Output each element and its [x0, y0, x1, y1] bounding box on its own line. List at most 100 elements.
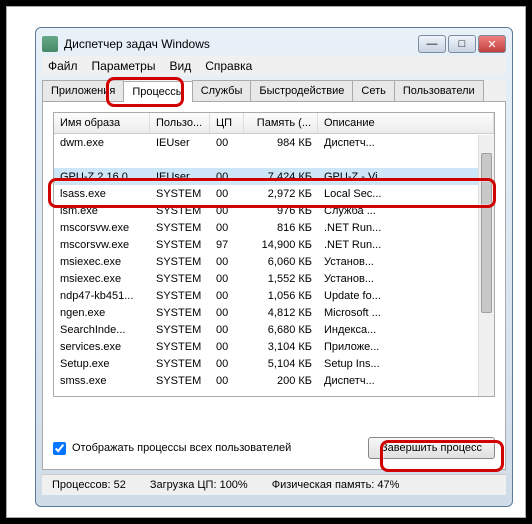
cell: 00 [210, 273, 244, 285]
cell: 00 [210, 222, 244, 234]
table-row[interactable]: msiexec.exeSYSTEM006,060 КБУстанов... [54, 253, 494, 270]
cell: Приложе... [318, 341, 494, 353]
cell: mscorsvw.exe [54, 222, 150, 234]
table-row[interactable]: msiexec.exeSYSTEM001,552 КБУстанов... [54, 270, 494, 287]
show-all-users-input[interactable] [53, 442, 66, 455]
cell: 00 [210, 171, 244, 183]
col-user[interactable]: Пользо... [150, 113, 210, 133]
cell: SYSTEM [150, 307, 210, 319]
cell: 00 [210, 341, 244, 353]
cell: ngen.exe [54, 307, 150, 319]
cell: Установ... [318, 273, 494, 285]
cell: 00 [210, 290, 244, 302]
menu-options[interactable]: Параметры [92, 59, 156, 73]
cell: SYSTEM [150, 341, 210, 353]
cell: 3,104 КБ [244, 341, 318, 353]
table-row[interactable]: dwm.exeIEUser00984 КБДиспетч... [54, 134, 494, 151]
scrollbar[interactable] [478, 135, 494, 396]
tabstrip: Приложения Процессы Службы Быстродействи… [42, 80, 506, 102]
maximize-button[interactable]: □ [448, 35, 476, 53]
show-all-users-label: Отображать процессы всех пользователей [72, 442, 291, 454]
cell: 00 [210, 188, 244, 200]
close-button[interactable]: ✕ [478, 35, 506, 53]
cell: lsm.exe [54, 205, 150, 217]
cell: SYSTEM [150, 273, 210, 285]
cell: IEUser [150, 137, 210, 149]
cell: SYSTEM [150, 358, 210, 370]
cell: dwm.exe [54, 137, 150, 149]
statusbar: Процессов: 52 Загрузка ЦП: 100% Физическ… [42, 474, 506, 495]
cell: SearchInde... [54, 324, 150, 336]
cell: 200 КБ [244, 375, 318, 387]
table-row[interactable]: smss.exeSYSTEM00200 КБДиспетч... [54, 372, 494, 389]
table-row[interactable] [54, 151, 494, 168]
status-memory: Физическая память: 47% [272, 479, 400, 491]
cell: SYSTEM [150, 290, 210, 302]
cell: GPU-Z - Vi... [318, 171, 494, 183]
cell: Update fo... [318, 290, 494, 302]
col-memory[interactable]: Память (... [244, 113, 318, 133]
cell: smss.exe [54, 375, 150, 387]
table-row[interactable]: SearchInde...SYSTEM006,680 КБИндекса... [54, 321, 494, 338]
cell: 4,812 КБ [244, 307, 318, 319]
cell: IEUser [150, 171, 210, 183]
col-description[interactable]: Описание [318, 113, 494, 133]
col-cpu[interactable]: ЦП [210, 113, 244, 133]
tab-network[interactable]: Сеть [352, 80, 394, 101]
table-row[interactable]: mscorsvw.exeSYSTEM00816 КБ.NET Run... [54, 219, 494, 236]
cell: 5,104 КБ [244, 358, 318, 370]
tab-users[interactable]: Пользователи [394, 80, 484, 101]
table-row[interactable]: lsm.exeSYSTEM00976 КБСлужба ... [54, 202, 494, 219]
cell: SYSTEM [150, 188, 210, 200]
minimize-button[interactable]: — [418, 35, 446, 53]
show-all-users-checkbox[interactable]: Отображать процессы всех пользователей [53, 442, 291, 455]
cell: 00 [210, 358, 244, 370]
cell: 2,972 КБ [244, 188, 318, 200]
cell: 6,060 КБ [244, 256, 318, 268]
cell: 00 [210, 307, 244, 319]
table-row[interactable]: services.exeSYSTEM003,104 КБПриложе... [54, 338, 494, 355]
cell: 00 [210, 137, 244, 149]
app-icon [42, 36, 58, 52]
menubar: Файл Параметры Вид Справка [42, 56, 506, 76]
menu-view[interactable]: Вид [169, 59, 191, 73]
table-row[interactable]: lsass.exeSYSTEM002,972 КБLocal Sec... [54, 185, 494, 202]
cell: SYSTEM [150, 375, 210, 387]
cell: Microsoft ... [318, 307, 494, 319]
cell: Setup.exe [54, 358, 150, 370]
cell: 00 [210, 205, 244, 217]
tab-services[interactable]: Службы [192, 80, 252, 101]
cell: 6,680 КБ [244, 324, 318, 336]
status-cpu: Загрузка ЦП: 100% [150, 479, 248, 491]
cell: 7,424 КБ [244, 171, 318, 183]
scroll-thumb[interactable] [481, 153, 492, 313]
menu-help[interactable]: Справка [205, 59, 252, 73]
tab-performance[interactable]: Быстродействие [250, 80, 353, 101]
menu-file[interactable]: Файл [48, 59, 78, 73]
table-row[interactable]: GPU-Z.2.16.0...IEUser007,424 КБGPU-Z - V… [54, 168, 494, 185]
table-row[interactable]: mscorsvw.exeSYSTEM9714,900 КБ.NET Run... [54, 236, 494, 253]
table-row[interactable]: ngen.exeSYSTEM004,812 КБMicrosoft ... [54, 304, 494, 321]
process-list[interactable]: Имя образа Пользо... ЦП Память (... Опис… [53, 112, 495, 397]
cell: .NET Run... [318, 222, 494, 234]
cell: SYSTEM [150, 205, 210, 217]
window-title: Диспетчер задач Windows [64, 37, 418, 51]
cell: 1,056 КБ [244, 290, 318, 302]
end-process-button[interactable]: Завершить процесс [368, 437, 495, 459]
column-headers: Имя образа Пользо... ЦП Память (... Опис… [54, 113, 494, 134]
cell: lsass.exe [54, 188, 150, 200]
tab-applications[interactable]: Приложения [42, 80, 124, 101]
cell: 816 КБ [244, 222, 318, 234]
cell: Setup Ins... [318, 358, 494, 370]
table-row[interactable]: Setup.exeSYSTEM005,104 КБSetup Ins... [54, 355, 494, 372]
table-row[interactable]: ndp47-kb451...SYSTEM001,056 КБUpdate fo.… [54, 287, 494, 304]
cell: Диспетч... [318, 375, 494, 387]
cell: 976 КБ [244, 205, 318, 217]
cell: Установ... [318, 256, 494, 268]
col-image-name[interactable]: Имя образа [54, 113, 150, 133]
cell: Диспетч... [318, 137, 494, 149]
cell: SYSTEM [150, 256, 210, 268]
cell: SYSTEM [150, 324, 210, 336]
tab-processes[interactable]: Процессы [123, 81, 192, 102]
status-processes: Процессов: 52 [52, 479, 126, 491]
